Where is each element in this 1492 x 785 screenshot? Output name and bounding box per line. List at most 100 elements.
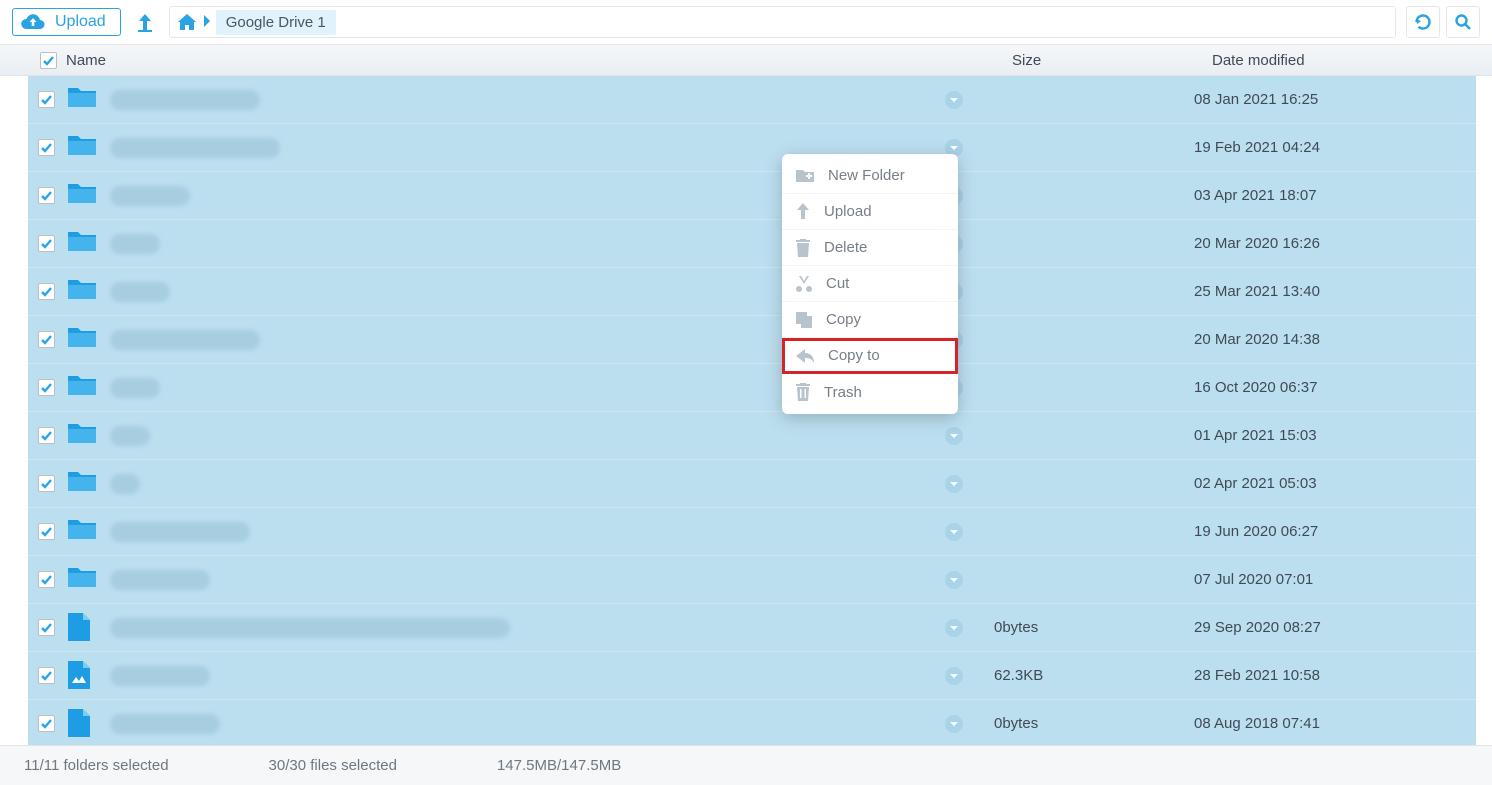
row-name-blurred xyxy=(110,186,190,206)
menu-copy[interactable]: Copy xyxy=(782,302,958,338)
row-date: 28 Feb 2021 10:58 xyxy=(1194,667,1476,684)
header-checkbox-cell xyxy=(30,52,66,69)
status-files: 30/30 files selected xyxy=(269,757,397,774)
row-checkbox[interactable] xyxy=(38,139,55,156)
row-name-cell xyxy=(64,517,914,547)
table-row[interactable]: 20 Mar 2020 16:26 xyxy=(28,220,1476,268)
row-name-blurred xyxy=(110,378,160,398)
folder-icon xyxy=(68,181,98,211)
table-row[interactable]: 19 Feb 2021 04:24 xyxy=(28,124,1476,172)
col-date-header[interactable]: Date modified xyxy=(1212,52,1492,69)
upload-button[interactable]: Upload xyxy=(12,8,121,36)
row-name-cell xyxy=(64,565,914,595)
row-dropdown-button[interactable] xyxy=(945,523,963,541)
row-action-cell xyxy=(914,715,994,733)
row-date: 03 Apr 2021 18:07 xyxy=(1194,187,1476,204)
row-dropdown-button[interactable] xyxy=(945,91,963,109)
row-date: 01 Apr 2021 15:03 xyxy=(1194,427,1476,444)
row-checkbox[interactable] xyxy=(38,235,55,252)
row-name-cell xyxy=(64,421,914,451)
row-checkbox[interactable] xyxy=(38,667,55,684)
upload-button-label: Upload xyxy=(55,13,106,31)
file-list[interactable]: 08 Jan 2021 16:2519 Feb 2021 04:24 03 Apr… xyxy=(0,76,1492,771)
table-row[interactable]: 25 Mar 2021 13:40 xyxy=(28,268,1476,316)
select-all-checkbox[interactable] xyxy=(40,52,57,69)
row-checkbox-cell xyxy=(28,331,64,348)
folder-icon xyxy=(68,373,98,403)
row-checkbox[interactable] xyxy=(38,331,55,348)
file-icon xyxy=(68,613,98,643)
row-checkbox[interactable] xyxy=(38,187,55,204)
copy-to-icon xyxy=(796,349,814,363)
row-checkbox[interactable] xyxy=(38,523,55,540)
chevron-right-icon xyxy=(202,14,212,31)
menu-delete[interactable]: Delete xyxy=(782,230,958,266)
col-size-header[interactable]: Size xyxy=(1012,52,1212,69)
cut-icon xyxy=(796,276,812,292)
folder-icon xyxy=(68,133,98,163)
copy-icon xyxy=(796,312,812,328)
row-name-blurred xyxy=(110,282,170,302)
refresh-button[interactable] xyxy=(1406,6,1440,38)
menu-new-folder[interactable]: New Folder xyxy=(782,158,958,194)
table-row[interactable]: 19 Jun 2020 06:27 xyxy=(28,508,1476,556)
col-name-header[interactable]: Name xyxy=(66,52,1012,69)
table-row[interactable]: 62.3KB28 Feb 2021 10:58 xyxy=(28,652,1476,700)
row-date: 29 Sep 2020 08:27 xyxy=(1194,619,1476,636)
table-row[interactable]: 0bytes29 Sep 2020 08:27 xyxy=(28,604,1476,652)
table-row[interactable]: 20 Mar 2020 14:38 xyxy=(28,316,1476,364)
status-sizes: 147.5MB/147.5MB xyxy=(497,757,621,774)
row-name-blurred xyxy=(110,234,160,254)
row-checkbox[interactable] xyxy=(38,91,55,108)
table-row[interactable]: 03 Apr 2021 18:07 xyxy=(28,172,1476,220)
new-folder-icon xyxy=(796,168,814,184)
image-icon xyxy=(68,661,98,691)
row-checkbox[interactable] xyxy=(38,571,55,588)
table-row[interactable]: 02 Apr 2021 05:03 xyxy=(28,460,1476,508)
menu-copy-to[interactable]: Copy to xyxy=(782,338,958,374)
trash-icon xyxy=(796,383,810,401)
home-icon xyxy=(178,14,196,30)
folder-icon xyxy=(68,277,98,307)
row-checkbox[interactable] xyxy=(38,475,55,492)
row-checkbox[interactable] xyxy=(38,283,55,300)
table-row[interactable]: 16 Oct 2020 06:37 xyxy=(28,364,1476,412)
row-checkbox-cell xyxy=(28,475,64,492)
row-dropdown-button[interactable] xyxy=(945,475,963,493)
up-arrow-icon xyxy=(136,12,154,32)
menu-cut[interactable]: Cut xyxy=(782,266,958,302)
folder-icon xyxy=(68,565,98,595)
cloud-upload-icon xyxy=(21,13,45,31)
row-checkbox-cell xyxy=(28,667,64,684)
up-level-button[interactable] xyxy=(131,8,159,36)
table-row[interactable]: 07 Jul 2020 07:01 xyxy=(28,556,1476,604)
row-dropdown-button[interactable] xyxy=(945,667,963,685)
table-row[interactable]: 0bytes08 Aug 2018 07:41 xyxy=(28,700,1476,748)
row-dropdown-button[interactable] xyxy=(945,571,963,589)
row-dropdown-button[interactable] xyxy=(945,619,963,637)
row-dropdown-button[interactable] xyxy=(945,427,963,445)
row-checkbox[interactable] xyxy=(38,379,55,396)
row-checkbox[interactable] xyxy=(38,715,55,732)
row-checkbox[interactable] xyxy=(38,619,55,636)
row-date: 02 Apr 2021 05:03 xyxy=(1194,475,1476,492)
menu-trash[interactable]: Trash xyxy=(782,374,958,410)
menu-upload[interactable]: Upload xyxy=(782,194,958,230)
row-date: 07 Jul 2020 07:01 xyxy=(1194,571,1476,588)
row-checkbox-cell xyxy=(28,283,64,300)
table-row[interactable]: 01 Apr 2021 15:03 xyxy=(28,412,1476,460)
row-name-cell xyxy=(64,709,914,739)
home-button[interactable] xyxy=(176,8,198,36)
row-checkbox-cell xyxy=(28,91,64,108)
row-checkbox[interactable] xyxy=(38,427,55,444)
row-name-blurred xyxy=(110,666,210,686)
row-name-blurred xyxy=(110,138,280,158)
row-dropdown-button[interactable] xyxy=(945,715,963,733)
table-row[interactable]: 08 Jan 2021 16:25 xyxy=(28,76,1476,124)
row-checkbox-cell xyxy=(28,523,64,540)
row-name-blurred xyxy=(110,330,260,350)
row-date: 19 Jun 2020 06:27 xyxy=(1194,523,1476,540)
row-name-cell xyxy=(64,661,914,691)
search-button[interactable] xyxy=(1446,6,1480,38)
breadcrumb-item[interactable]: Google Drive 1 xyxy=(216,10,336,35)
